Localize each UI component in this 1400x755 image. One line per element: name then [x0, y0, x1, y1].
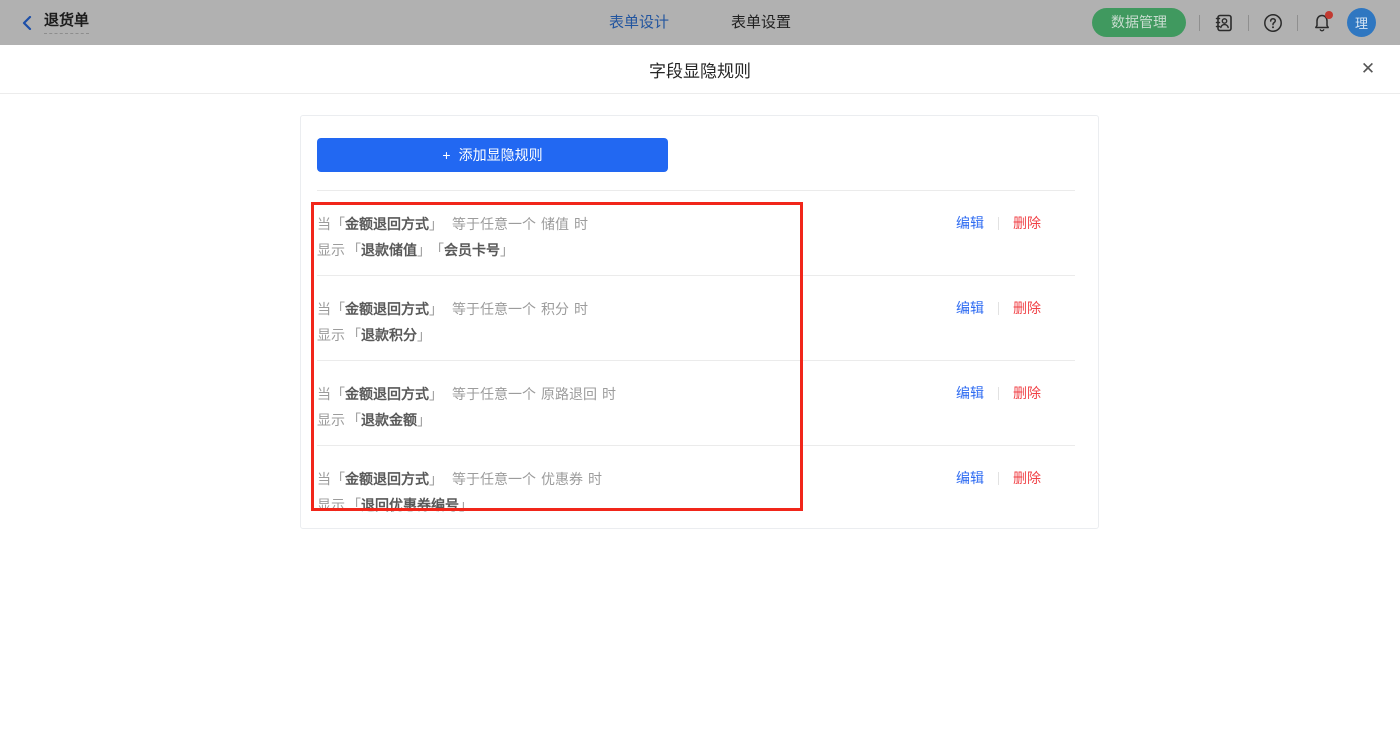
data-manage-button[interactable]: 数据管理	[1092, 8, 1186, 37]
divider	[998, 386, 999, 400]
close-icon[interactable]: ✕	[1358, 59, 1378, 79]
divider	[998, 471, 999, 485]
help-icon[interactable]	[1262, 12, 1284, 34]
condition-field: 金额退回方式	[345, 471, 429, 487]
rule-row: 当「金额退回方式」 等于任意一个 储值时 显示 「退款储值」 「会员卡号」 编辑 删除	[317, 191, 1075, 276]
condition-value: 原路退回	[541, 386, 597, 402]
tab-form-settings[interactable]: 表单设置	[731, 0, 791, 45]
edit-link[interactable]: 编辑	[956, 298, 984, 318]
condition-value: 优惠券	[541, 471, 583, 487]
rule-row: 当「金额退回方式」 等于任意一个 优惠券时 显示 「退回优惠券编号」 编辑 删除	[317, 446, 1075, 531]
edit-link[interactable]: 编辑	[956, 468, 984, 488]
divider	[1199, 14, 1200, 31]
delete-link[interactable]: 删除	[1013, 213, 1041, 233]
modal-header: 字段显隐规则 ✕	[0, 45, 1400, 94]
condition-field: 金额退回方式	[345, 386, 429, 402]
user-avatar[interactable]: 理	[1347, 8, 1376, 37]
divider	[1297, 14, 1298, 31]
show-field: 退款积分	[361, 327, 417, 343]
topbar: 退货单 表单设计 表单设置 数据管理 理	[0, 0, 1400, 45]
notification-bell-icon[interactable]	[1311, 10, 1333, 34]
delete-link[interactable]: 删除	[1013, 383, 1041, 403]
condition-field: 金额退回方式	[345, 216, 429, 232]
back-icon[interactable]	[20, 15, 34, 30]
divider	[998, 216, 999, 230]
rules-card: + 添加显隐规则 当「金额退回方式」 等于任意一个 储值时 显示 「退款储值」 「会员卡…	[300, 115, 1099, 529]
rule-action: 显示 「退回优惠券编号」	[317, 497, 473, 513]
rule-action: 显示 「退款金额」	[317, 412, 431, 428]
notification-dot	[1325, 10, 1333, 19]
divider	[1248, 14, 1249, 31]
document-title[interactable]: 退货单	[44, 12, 90, 34]
rule-row: 当「金额退回方式」 等于任意一个 积分时 显示 「退款积分」 编辑 删除	[317, 276, 1075, 361]
tab-form-design[interactable]: 表单设计	[609, 0, 669, 45]
condition-value: 储值	[541, 216, 569, 232]
delete-link[interactable]: 删除	[1013, 468, 1041, 488]
modal-title: 字段显隐规则	[649, 61, 751, 81]
edit-link[interactable]: 编辑	[956, 383, 984, 403]
plus-icon: +	[442, 147, 451, 163]
rule-action: 显示 「退款储值」 「会员卡号」	[317, 242, 514, 258]
rule-action: 显示 「退款积分」	[317, 327, 431, 343]
show-field: 退回优惠券编号	[361, 497, 459, 513]
topbar-tabs: 表单设计 表单设置	[609, 0, 791, 45]
contact-book-icon[interactable]	[1213, 12, 1235, 34]
condition-field: 金额退回方式	[345, 301, 429, 317]
rule-row: 当「金额退回方式」 等于任意一个 原路退回时 显示 「退款金额」 编辑 删除	[317, 361, 1075, 446]
delete-link[interactable]: 删除	[1013, 298, 1041, 318]
edit-link[interactable]: 编辑	[956, 213, 984, 233]
field-visibility-modal: 字段显隐规则 ✕ + 添加显隐规则 当「金额退回方式」 等于任意一个 储值时 显示「…	[0, 45, 1400, 755]
show-field: 退款储值	[361, 242, 417, 258]
show-field: 退款金额	[361, 412, 417, 428]
add-rule-button[interactable]: + 添加显隐规则	[317, 138, 668, 172]
condition-value: 积分	[541, 301, 569, 317]
show-field: 会员卡号	[444, 242, 500, 258]
divider	[998, 301, 999, 315]
